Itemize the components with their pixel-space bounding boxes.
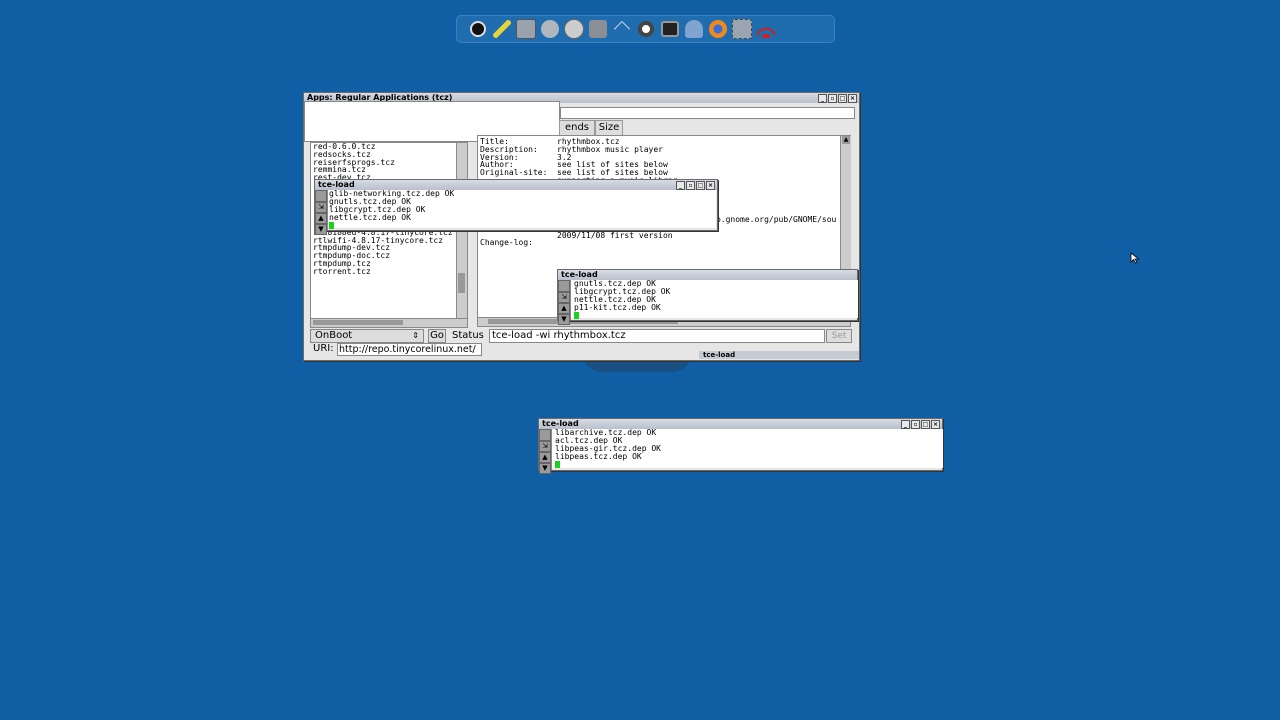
- scroll-up-icon: ▲: [315, 213, 327, 224]
- scroll-arrow-icon: ⇲: [315, 202, 327, 213]
- iconify-button[interactable]: ▫: [828, 94, 837, 103]
- wifi-icon[interactable]: [755, 18, 777, 40]
- tce-load-minimized[interactable]: tce-load: [699, 351, 859, 359]
- uri-value: http://repo.tinycorelinux.net/: [339, 344, 476, 355]
- scroll-arrow-icon: ⇲: [539, 441, 551, 452]
- mouse-pointer-icon: [1130, 252, 1140, 267]
- terminal-3-output[interactable]: libarchive.tcz.dep OK acl.tcz.dep OK lib…: [552, 429, 943, 468]
- onboot-select[interactable]: OnBoot ⇕: [310, 329, 424, 343]
- apps-icon[interactable]: [563, 18, 585, 40]
- search-field[interactable]: [560, 107, 855, 119]
- iconify-button[interactable]: ▫: [911, 420, 920, 429]
- terminal-line: p11-kit.tcz.dep OK: [574, 303, 661, 312]
- status-label: Status: [452, 330, 484, 341]
- minimize-button[interactable]: _: [901, 420, 910, 429]
- terminal-2-output[interactable]: gnutls.tcz.dep OK libgcrypt.tcz.dep OK n…: [571, 280, 858, 319]
- info-row: 2009/11/08 first version: [480, 230, 850, 240]
- terminal-cursor: [574, 312, 579, 319]
- scroll-down-icon: ▼: [558, 314, 570, 325]
- select-arrows-icon: ⇕: [412, 331, 419, 340]
- scroll-down-icon: ▼: [315, 224, 327, 235]
- terminal-line: libpeas.tcz.dep OK: [555, 452, 642, 461]
- info-value: 2009/11/08 first version: [557, 230, 673, 240]
- go-button[interactable]: Go: [428, 329, 446, 343]
- info-row: Change-log:: [480, 239, 850, 247]
- close-button[interactable]: ×: [848, 94, 857, 103]
- editor-icon[interactable]: [491, 18, 513, 40]
- set-button[interactable]: Set: [826, 329, 852, 343]
- power-icon[interactable]: [467, 18, 489, 40]
- maximize-button[interactable]: □: [921, 420, 930, 429]
- dock: [456, 15, 835, 43]
- terminal-icon[interactable]: [659, 18, 681, 40]
- tce-load-terminal-2: tce-load ⇲ ▲ ▼ gnutls.tcz.dep OK libgcry…: [557, 269, 858, 325]
- terminal-3-title: tce-load: [542, 419, 579, 428]
- mount-tool-icon[interactable]: [539, 18, 561, 40]
- tab-depends[interactable]: ends: [559, 120, 595, 136]
- scroll-up-icon: ▲: [558, 303, 570, 314]
- tab-size[interactable]: Size: [595, 120, 623, 136]
- package-list[interactable]: red-0.6.0.tcz redsocks.tcz reiserfsprogs.t…: [310, 142, 462, 320]
- info-label: Change-log:: [480, 238, 533, 248]
- close-button[interactable]: ×: [706, 181, 715, 190]
- terminal-1-output[interactable]: glib-networking.tcz.dep OK gnutls.tcz.de…: [328, 190, 716, 229]
- terminal-1-scrollbar[interactable]: ⇲ ▲ ▼: [315, 190, 328, 235]
- terminal-1-title: tce-load: [318, 180, 355, 189]
- wireless-icon[interactable]: [611, 18, 633, 40]
- status-field: tce-load -wi rhythmbox.tcz: [489, 329, 825, 343]
- scroll-down-icon: ▼: [539, 463, 551, 474]
- terminal-3-scrollbar[interactable]: ⇲ ▲ ▼: [539, 429, 552, 474]
- package-list-hscroll[interactable]: [310, 318, 468, 328]
- package-list-item[interactable]: rtorrent.tcz: [313, 267, 461, 276]
- tce-load-terminal-1: tce-load _ ▫ □ × ⇲ ▲ ▼ glib-networking.t…: [314, 179, 718, 235]
- maximize-button[interactable]: □: [696, 181, 705, 190]
- eye-icon[interactable]: [635, 18, 657, 40]
- terminal-2-scrollbar[interactable]: ⇲ ▲ ▼: [558, 280, 571, 325]
- scroll-arrow-icon: ⇲: [558, 292, 570, 303]
- settings-icon[interactable]: [731, 18, 753, 40]
- terminal-cursor: [329, 222, 334, 229]
- minimize-button[interactable]: _: [818, 94, 827, 103]
- scroll-up-icon: ▲: [539, 452, 551, 463]
- firefox-icon[interactable]: [707, 18, 729, 40]
- minimize-button[interactable]: _: [676, 181, 685, 190]
- close-button[interactable]: ×: [931, 420, 940, 429]
- terminal-cursor: [555, 461, 560, 468]
- status-value: tce-load -wi rhythmbox.tcz: [492, 330, 626, 341]
- info-row: Description: rhythmbox music player: [480, 144, 850, 154]
- network-icon[interactable]: [683, 18, 705, 40]
- iconify-button[interactable]: ▫: [686, 181, 695, 190]
- terminal-2-title: tce-load: [561, 270, 598, 279]
- uri-label: URI:: [313, 343, 334, 354]
- uri-field[interactable]: http://repo.tinycorelinux.net/: [337, 343, 482, 356]
- control-panel-icon[interactable]: [515, 18, 537, 40]
- onboot-label: OnBoot: [315, 330, 353, 341]
- package-list-scrollbar[interactable]: [456, 142, 468, 320]
- maximize-button[interactable]: □: [838, 94, 847, 103]
- tce-load-terminal-3: tce-load _ ▫ □ × ⇲ ▲ ▼ libarchive.tcz.de…: [538, 418, 943, 474]
- terminal-line: nettle.tcz.dep OK: [329, 213, 411, 222]
- info-label: Original-site:: [480, 168, 548, 178]
- tce-icon[interactable]: [587, 18, 609, 40]
- info-value: rhythmbox music player: [557, 144, 663, 154]
